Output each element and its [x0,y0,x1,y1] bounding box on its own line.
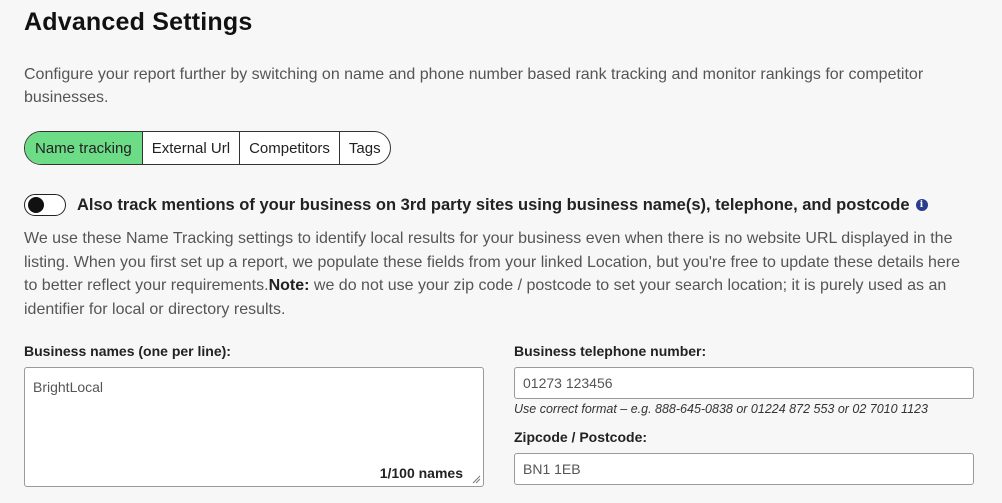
resize-handle-icon[interactable] [471,474,481,484]
business-names-textarea[interactable]: BrightLocal 1/100 names [24,367,484,487]
info-icon[interactable]: i [915,199,928,211]
business-names-value: BrightLocal [33,379,104,395]
tab-external-url[interactable]: External Url [143,132,241,164]
telephone-input[interactable]: 01273 123456 [514,367,974,399]
name-tracking-toggle-row: Also track mentions of your business on … [24,194,928,216]
postcode-label: Zipcode / Postcode: [514,429,648,445]
telephone-format-hint: Use correct format – e.g. 888-645-0838 o… [514,402,928,416]
settings-tabs: Name tracking External Url Competitors T… [24,131,391,165]
tab-tags[interactable]: Tags [340,132,390,164]
page-description: Configure your report further by switchi… [24,66,924,106]
telephone-label: Business telephone number: [514,343,707,359]
tab-competitors[interactable]: Competitors [240,132,340,164]
names-counter: 1/100 names [379,465,463,481]
page-title: Advanced Settings [24,8,253,36]
name-tracking-toggle[interactable] [24,194,66,216]
toggle-knob [28,197,44,213]
business-names-label: Business names (one per line): [24,343,231,359]
postcode-input[interactable]: BN1 1EB [514,453,974,485]
tab-name-tracking[interactable]: Name tracking [25,132,143,164]
toggle-label: Also track mentions of your business on … [77,195,910,214]
name-tracking-explanation: We use these Name Tracking settings to i… [24,227,974,321]
note-label: Note: [268,277,310,294]
